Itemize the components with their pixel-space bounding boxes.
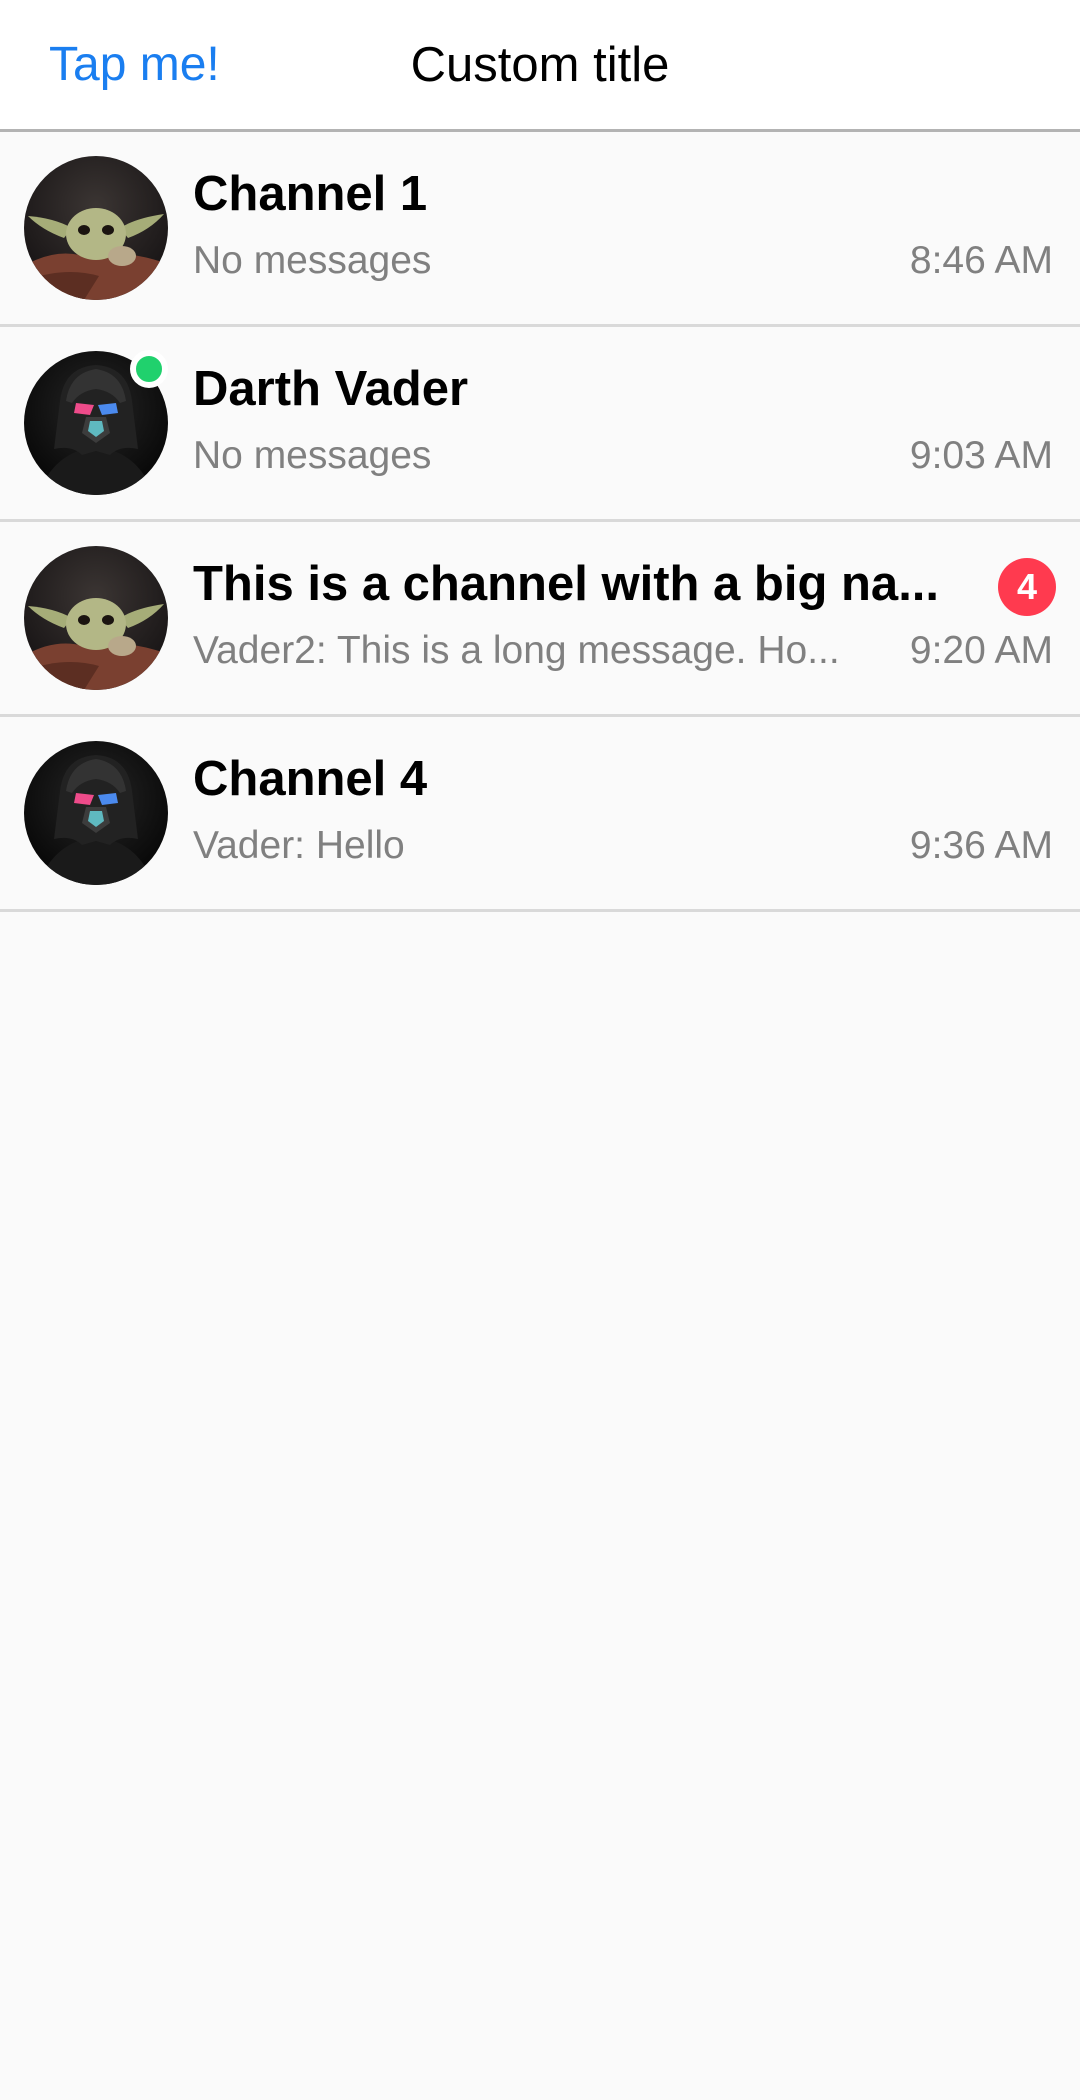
channel-row-darth-vader[interactable]: Darth Vader No messages 9:03 AM	[0, 327, 1080, 522]
channel-list: Channel 1 No messages 8:46 AM Darth Vade…	[0, 132, 1080, 912]
message-preview: No messages	[193, 434, 432, 477]
message-preview: Vader2: This is a long message. Ho...	[193, 629, 840, 672]
message-preview: Vader: Hello	[193, 824, 405, 867]
channel-name: Darth Vader	[193, 362, 469, 416]
channel-name: This is a channel with a big na...	[193, 557, 940, 611]
timestamp: 9:36 AM	[909, 824, 1053, 867]
page-title: Custom title	[410, 38, 670, 92]
unread-count-badge: 4	[998, 558, 1056, 616]
timestamp: 8:46 AM	[909, 239, 1053, 282]
darth-vader-avatar	[24, 741, 168, 885]
navigation-bar: Tap me! Custom title	[0, 0, 1080, 132]
channel-name: Channel 1	[193, 167, 428, 221]
channel-row-channel-4[interactable]: Channel 4 Vader: Hello 9:36 AM	[0, 717, 1080, 912]
timestamp: 9:20 AM	[909, 629, 1053, 672]
baby-yoda-avatar	[24, 546, 168, 690]
channel-row-channel-1[interactable]: Channel 1 No messages 8:46 AM	[0, 132, 1080, 327]
timestamp: 9:03 AM	[909, 434, 1053, 477]
online-indicator	[130, 350, 168, 388]
message-preview: No messages	[193, 239, 432, 282]
baby-yoda-avatar	[24, 156, 168, 300]
channel-row-big-name[interactable]: This is a channel with a big na... 4 Vad…	[0, 522, 1080, 717]
channel-name: Channel 4	[193, 752, 428, 806]
